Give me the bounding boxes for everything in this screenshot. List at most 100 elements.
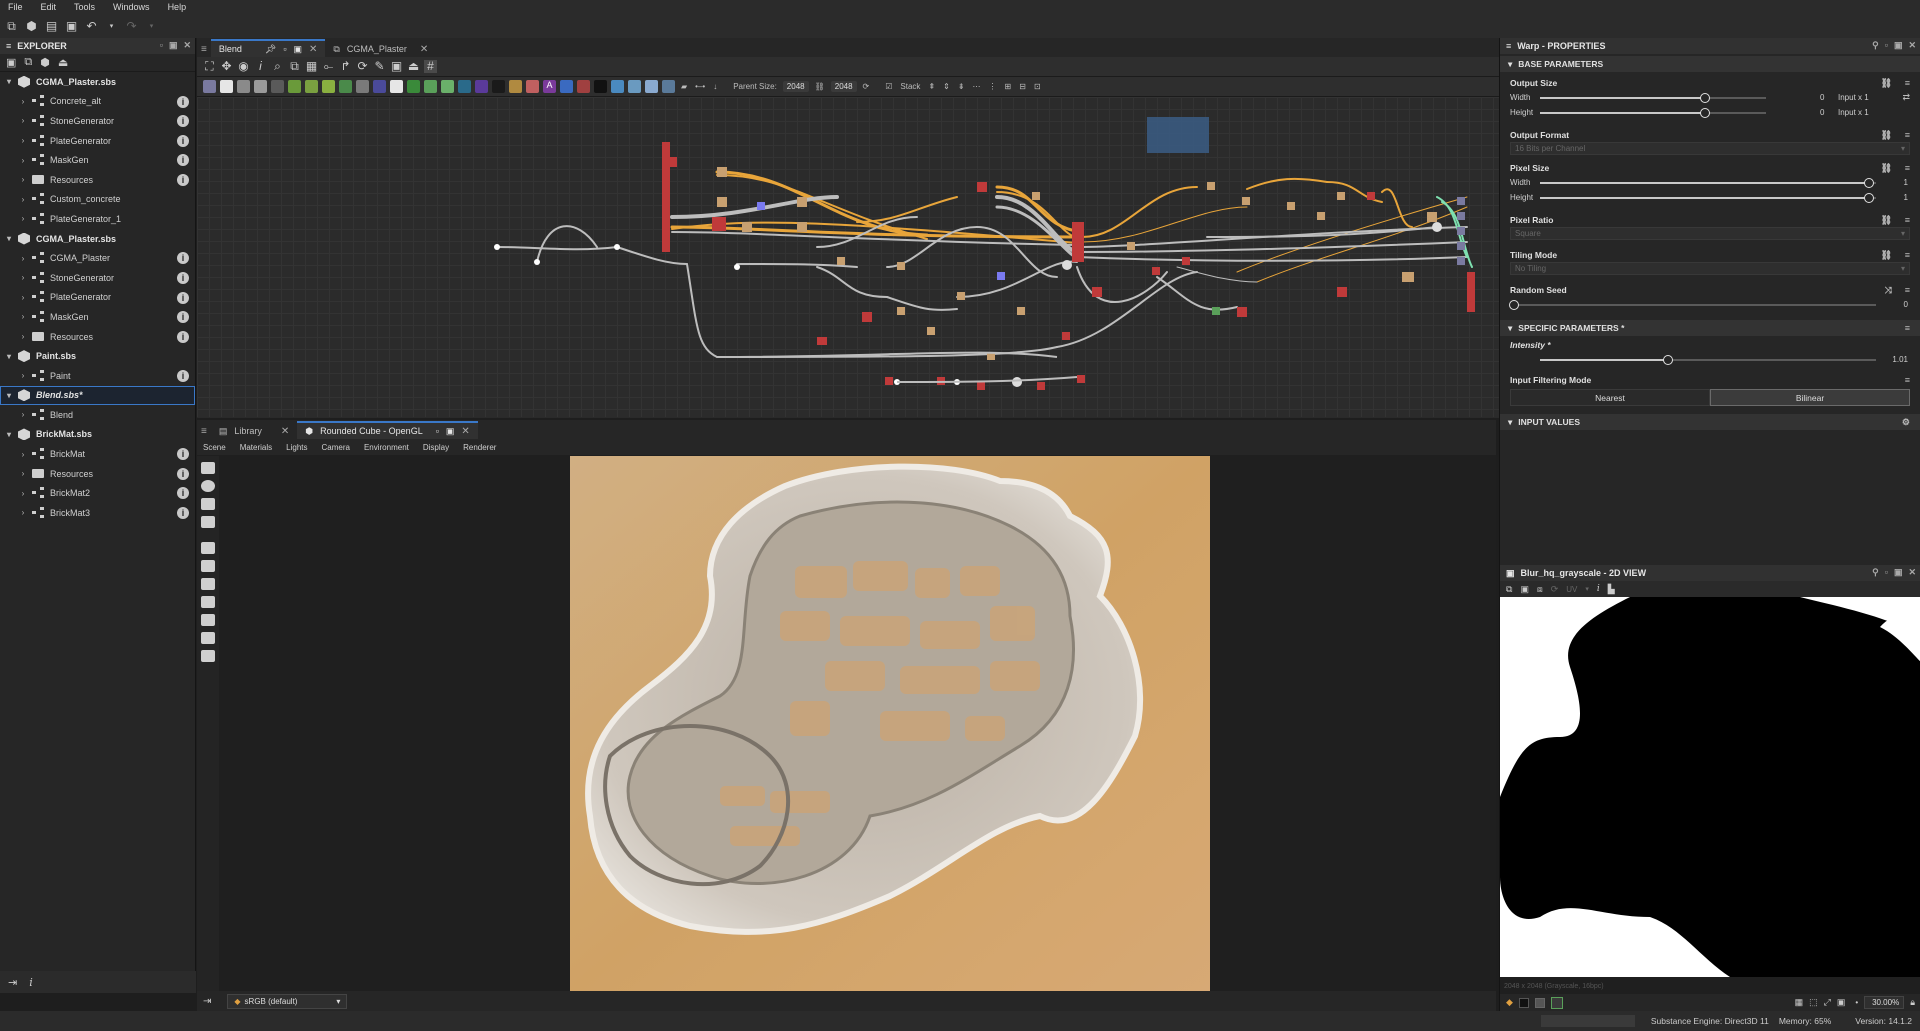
pan-icon[interactable]: ✥ bbox=[220, 60, 233, 73]
export-icon[interactable]: ⧈ bbox=[1537, 584, 1543, 595]
comment-bubble-icon[interactable]: ▰ bbox=[681, 82, 687, 91]
frame-icon[interactable]: ⬚ bbox=[1809, 997, 1818, 1008]
menu-icon[interactable]: ≡ bbox=[1905, 285, 1910, 295]
chevron-down-icon[interactable]: ▾ bbox=[4, 77, 14, 86]
menu-icon[interactable]: ≡ bbox=[1905, 250, 1910, 260]
float-icon[interactable]: ▫ bbox=[1885, 567, 1888, 578]
graph-row[interactable]: › PlateGenerator_1 bbox=[0, 209, 195, 229]
output-height-slider[interactable] bbox=[1540, 107, 1766, 118]
noise-icon[interactable] bbox=[475, 80, 488, 93]
histogram-icon[interactable]: ▙ bbox=[1608, 584, 1615, 595]
chevron-right-icon[interactable]: › bbox=[18, 450, 28, 459]
info-icon[interactable]: i bbox=[177, 330, 189, 343]
stats-icon[interactable] bbox=[201, 650, 215, 662]
graph-row[interactable]: › PlateGenerator i bbox=[0, 131, 195, 151]
save-icon[interactable]: ▣ bbox=[65, 19, 78, 33]
info-icon[interactable]: i bbox=[177, 252, 189, 265]
menu-lights[interactable]: Lights bbox=[286, 443, 307, 452]
swap-icon[interactable]: ⇄ bbox=[1902, 92, 1910, 103]
close-icon[interactable]: ✕ bbox=[420, 44, 428, 55]
chevron-right-icon[interactable]: › bbox=[18, 410, 28, 419]
menu-tools[interactable]: Tools bbox=[74, 2, 95, 12]
graph-settings-icon[interactable]: ⧉ bbox=[288, 60, 301, 73]
wrench-icon[interactable]: ✎ bbox=[373, 60, 386, 73]
maximize-icon[interactable]: ▣ bbox=[1894, 40, 1903, 51]
refresh-icon[interactable]: ⟳ bbox=[1551, 584, 1559, 595]
menu-icon[interactable]: ≡ bbox=[1905, 375, 1910, 385]
graph-row[interactable]: › BrickMat3 i bbox=[0, 503, 195, 523]
graph-row[interactable]: › PlateGenerator i bbox=[0, 288, 195, 308]
gizmo-icon[interactable] bbox=[201, 632, 215, 644]
publish-icon[interactable]: ⏏ bbox=[407, 60, 420, 73]
redo-icon[interactable]: ↷ bbox=[125, 19, 138, 33]
chevron-right-icon[interactable]: › bbox=[18, 214, 28, 223]
close-icon[interactable]: ✕ bbox=[183, 40, 191, 51]
chevron-right-icon[interactable]: › bbox=[18, 273, 28, 282]
graph-row[interactable]: › Paint i bbox=[0, 366, 195, 386]
chevron-right-icon[interactable]: › bbox=[18, 508, 28, 517]
cube-icon[interactable] bbox=[201, 578, 215, 590]
intensity-value[interactable]: 1.01 bbox=[1892, 355, 1908, 364]
blur-icon[interactable] bbox=[373, 80, 386, 93]
graph-row[interactable]: › Concrete_alt i bbox=[0, 92, 195, 112]
chevron-down-icon[interactable]: ▾ bbox=[4, 352, 14, 361]
chevron-down-icon[interactable]: ▾ bbox=[4, 391, 14, 400]
graph-row[interactable]: › StoneGenerator i bbox=[0, 268, 195, 288]
float-icon[interactable]: ▫ bbox=[283, 44, 286, 54]
blend-icon[interactable] bbox=[254, 80, 267, 93]
shuffle-icon[interactable]: ⤨ bbox=[1885, 285, 1892, 296]
folder-row[interactable]: › Resources i bbox=[0, 464, 195, 484]
pin-icon[interactable]: ⚲ bbox=[1872, 40, 1879, 51]
axis-icon[interactable] bbox=[201, 560, 215, 572]
float-icon[interactable]: ▫ bbox=[436, 426, 439, 436]
lock-icon[interactable]: 🔒︎ bbox=[1910, 997, 1915, 1008]
frame-icon[interactable] bbox=[628, 80, 641, 93]
bitmap-icon[interactable] bbox=[577, 80, 590, 93]
package-row[interactable]: ▾ Paint.sbs bbox=[0, 346, 195, 366]
output-icon[interactable] bbox=[594, 80, 607, 93]
chevron-down-icon[interactable]: ▾ bbox=[4, 234, 14, 243]
grid-snap-icon[interactable]: ⊟ bbox=[1019, 82, 1026, 91]
new-graph-icon[interactable]: ⧉ bbox=[24, 56, 32, 69]
screenshot-icon[interactable] bbox=[201, 516, 215, 528]
info-icon[interactable]: i bbox=[177, 369, 189, 382]
menu-renderer[interactable]: Renderer bbox=[463, 443, 496, 452]
grid-icon[interactable]: ▦ bbox=[1795, 997, 1804, 1008]
folder-row[interactable]: › Resources i bbox=[0, 327, 195, 347]
menu-icon[interactable]: ≡ bbox=[1905, 130, 1910, 140]
warp-icon[interactable] bbox=[390, 80, 403, 93]
chevron-right-icon[interactable]: › bbox=[18, 293, 28, 302]
float-icon[interactable]: ▫ bbox=[1885, 40, 1888, 51]
tab-library[interactable]: ▤ Library ✕ bbox=[211, 421, 297, 439]
curve-icon[interactable] bbox=[322, 80, 335, 93]
transform-icon[interactable] bbox=[271, 80, 284, 93]
link-icon[interactable]: ↱ bbox=[339, 60, 352, 73]
close-icon[interactable]: ✕ bbox=[1908, 40, 1916, 51]
chevron-right-icon[interactable]: › bbox=[18, 136, 28, 145]
tab-menu-icon[interactable]: ≡ bbox=[201, 426, 207, 437]
tab-rounded-cube[interactable]: ⬢ Rounded Cube - OpenGL ▫ ▣ ✕ bbox=[297, 421, 478, 439]
copy-icon[interactable]: ⧉ bbox=[1506, 584, 1512, 595]
maximize-icon[interactable]: ▣ bbox=[294, 44, 303, 55]
output-width-value[interactable]: 0 bbox=[1820, 93, 1824, 102]
chevron-down-icon[interactable]: ▾ bbox=[1585, 585, 1589, 593]
align-icon[interactable]: ▦ bbox=[305, 60, 318, 73]
pixel-width-value[interactable]: 1 bbox=[1904, 178, 1908, 187]
menu-windows[interactable]: Windows bbox=[113, 2, 150, 12]
chevron-right-icon[interactable]: › bbox=[18, 312, 28, 321]
tree-options-icon[interactable]: ⇥ bbox=[203, 996, 211, 1007]
histogram-icon[interactable] bbox=[458, 80, 471, 93]
chevron-right-icon[interactable]: › bbox=[18, 175, 28, 184]
zoom-field[interactable]: 30.00% bbox=[1864, 996, 1905, 1009]
save-package-icon[interactable]: ▣ bbox=[6, 56, 16, 69]
new-package-icon[interactable]: ⬢ bbox=[25, 19, 38, 33]
chevron-right-icon[interactable]: › bbox=[18, 332, 28, 341]
fit-icon[interactable]: ⤢ bbox=[1824, 997, 1831, 1008]
stack-checkbox[interactable]: ☑ bbox=[885, 82, 892, 91]
align-middle-icon[interactable]: ⇕ bbox=[943, 82, 950, 91]
package-row[interactable]: ▾ Blend.sbs* bbox=[0, 385, 195, 406]
menu-icon[interactable]: ≡ bbox=[1905, 215, 1910, 225]
info-icon[interactable]: i bbox=[177, 173, 189, 186]
chevron-right-icon[interactable]: › bbox=[18, 469, 28, 478]
menu-icon[interactable]: ≡ bbox=[1905, 78, 1910, 88]
